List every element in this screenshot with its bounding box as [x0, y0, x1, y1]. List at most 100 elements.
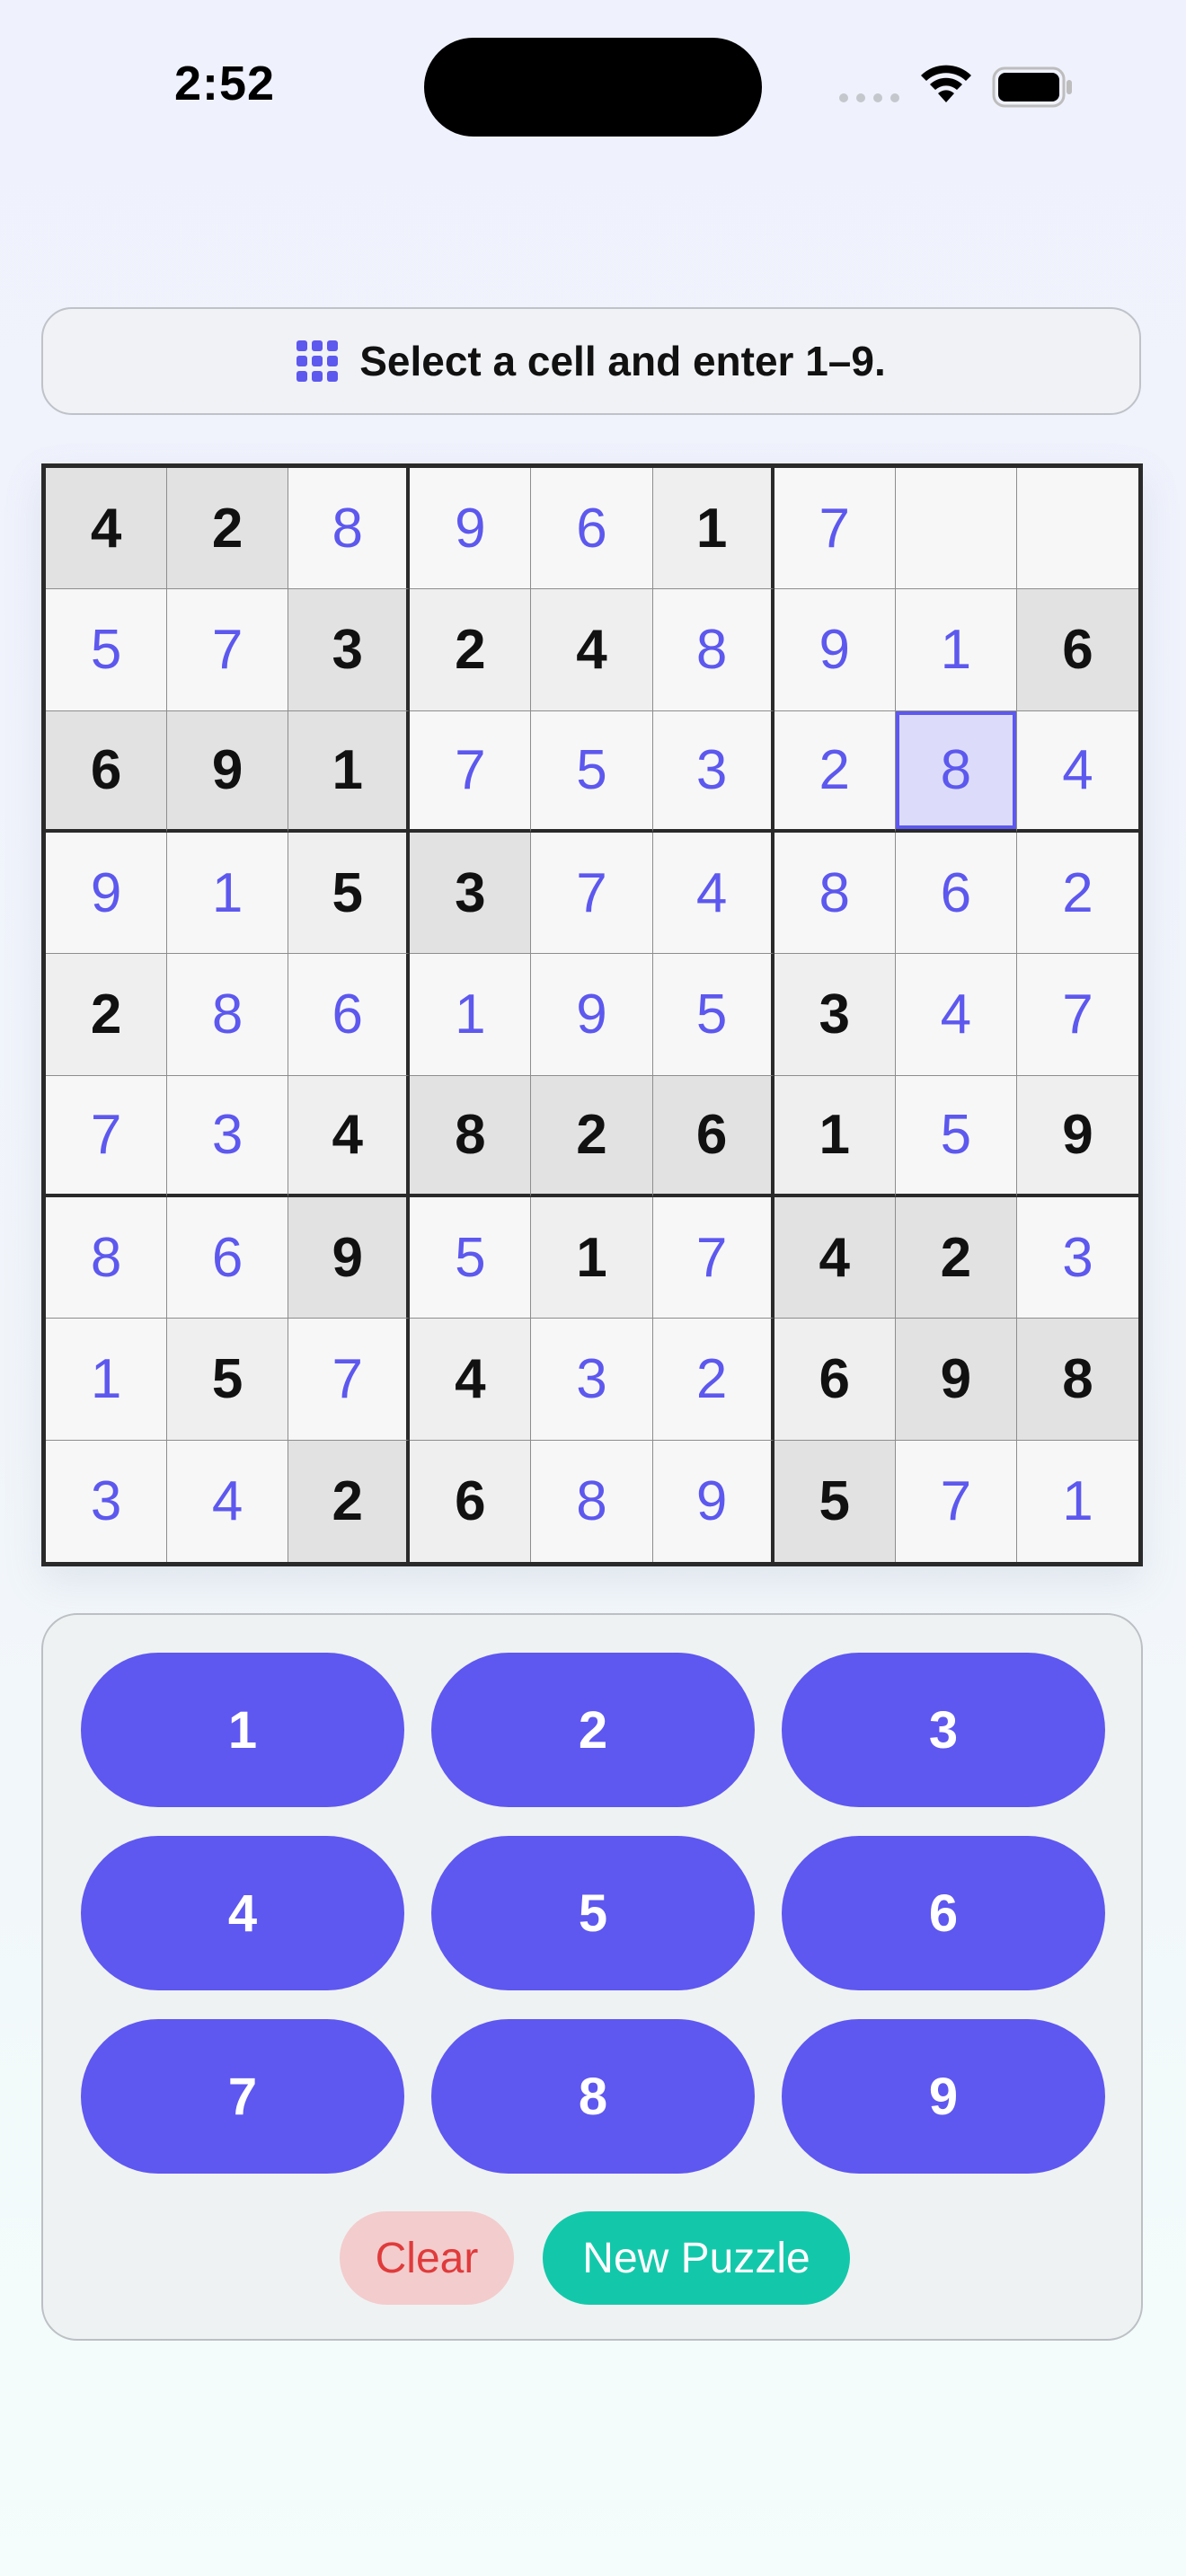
sudoku-cell-r2c6[interactable]: 8 [652, 589, 774, 711]
sudoku-cell-r8c6[interactable]: 2 [652, 1319, 774, 1441]
sudoku-cell-r2c1[interactable]: 5 [46, 589, 168, 711]
key-5[interactable]: 5 [431, 1836, 755, 1990]
sudoku-cell-r7c4[interactable]: 5 [410, 1196, 532, 1319]
key-1[interactable]: 1 [81, 1653, 404, 1807]
key-8[interactable]: 8 [431, 2019, 755, 2174]
sudoku-cell-r3c5[interactable]: 5 [531, 710, 653, 833]
sudoku-cell-r8c5[interactable]: 3 [531, 1319, 653, 1441]
sudoku-cell-r3c1[interactable]: 6 [46, 710, 168, 833]
sudoku-cell-r3c7[interactable]: 2 [774, 710, 896, 833]
new-puzzle-button[interactable]: New Puzzle [543, 2211, 850, 2305]
sudoku-cell-r7c6[interactable]: 7 [652, 1196, 774, 1319]
sudoku-cell-r5c4[interactable]: 1 [410, 954, 532, 1076]
sudoku-cell-r6c2[interactable]: 3 [167, 1075, 289, 1197]
sudoku-cell-r9c9[interactable]: 1 [1016, 1440, 1138, 1562]
clear-button[interactable]: Clear [340, 2211, 514, 2305]
sudoku-cell-r5c7[interactable]: 3 [774, 954, 896, 1076]
sudoku-cell-r3c2[interactable]: 9 [167, 710, 289, 833]
sudoku-cell-r2c3[interactable]: 3 [288, 589, 411, 711]
sudoku-cell-r1c2[interactable]: 2 [167, 468, 289, 590]
dynamic-island [424, 38, 762, 137]
key-7[interactable]: 7 [81, 2019, 404, 2174]
key-2[interactable]: 2 [431, 1653, 755, 1807]
sudoku-cell-r5c2[interactable]: 8 [167, 954, 289, 1076]
number-keypad: 1 2 3 4 5 6 7 8 9 Clear New Puzzle [41, 1613, 1143, 2341]
sudoku-cell-r8c1[interactable]: 1 [46, 1319, 168, 1441]
sudoku-cell-r1c5[interactable]: 6 [531, 468, 653, 590]
sudoku-cell-r9c5[interactable]: 8 [531, 1440, 653, 1562]
sudoku-cell-r7c9[interactable]: 3 [1016, 1196, 1138, 1319]
sudoku-cell-r7c2[interactable]: 6 [167, 1196, 289, 1319]
sudoku-cell-r2c8[interactable]: 1 [895, 589, 1017, 711]
sudoku-cell-r6c3[interactable]: 4 [288, 1075, 411, 1197]
sudoku-cell-r6c6[interactable]: 6 [652, 1075, 774, 1197]
sudoku-cell-r1c3[interactable]: 8 [288, 468, 411, 590]
sudoku-cell-r1c6[interactable]: 1 [652, 468, 774, 590]
instruction-banner: Select a cell and enter 1–9. [41, 307, 1141, 415]
sudoku-cell-r9c6[interactable]: 9 [652, 1440, 774, 1562]
sudoku-cell-r9c8[interactable]: 7 [895, 1440, 1017, 1562]
sudoku-cell-r8c7[interactable]: 6 [774, 1319, 896, 1441]
sudoku-cell-r4c1[interactable]: 9 [46, 832, 168, 955]
key-9[interactable]: 9 [782, 2019, 1105, 2174]
sudoku-cell-r5c6[interactable]: 5 [652, 954, 774, 1076]
sudoku-cell-r9c4[interactable]: 6 [410, 1440, 532, 1562]
sudoku-cell-r4c3[interactable]: 5 [288, 832, 411, 955]
sudoku-cell-r5c3[interactable]: 6 [288, 954, 411, 1076]
sudoku-cell-r6c8[interactable]: 5 [895, 1075, 1017, 1197]
sudoku-cell-r6c5[interactable]: 2 [531, 1075, 653, 1197]
sudoku-cell-r9c7[interactable]: 5 [774, 1440, 896, 1562]
sudoku-board: 4289617573248916691753284915374862286195… [41, 463, 1143, 1566]
cellular-signal-icon [839, 93, 899, 102]
sudoku-cell-r3c6[interactable]: 3 [652, 710, 774, 833]
sudoku-cell-r7c8[interactable]: 2 [895, 1196, 1017, 1319]
sudoku-cell-r8c9[interactable]: 8 [1016, 1319, 1138, 1441]
sudoku-cell-r5c1[interactable]: 2 [46, 954, 168, 1076]
sudoku-cell-r9c1[interactable]: 3 [46, 1440, 168, 1562]
sudoku-cell-r4c2[interactable]: 1 [167, 832, 289, 955]
sudoku-cell-r2c9[interactable]: 6 [1016, 589, 1138, 711]
sudoku-cell-r8c8[interactable]: 9 [895, 1319, 1017, 1441]
sudoku-cell-r3c4[interactable]: 7 [410, 710, 532, 833]
sudoku-cell-r6c7[interactable]: 1 [774, 1075, 896, 1197]
sudoku-cell-r2c4[interactable]: 2 [410, 589, 532, 711]
sudoku-cell-r7c1[interactable]: 8 [46, 1196, 168, 1319]
sudoku-cell-r9c3[interactable]: 2 [288, 1440, 411, 1562]
key-4[interactable]: 4 [81, 1836, 404, 1990]
battery-icon [992, 66, 1072, 108]
sudoku-cell-r7c3[interactable]: 9 [288, 1196, 411, 1319]
sudoku-cell-r7c7[interactable]: 4 [774, 1196, 896, 1319]
sudoku-cell-r8c3[interactable]: 7 [288, 1319, 411, 1441]
instruction-text: Select a cell and enter 1–9. [359, 338, 886, 384]
sudoku-cell-r1c7[interactable]: 7 [774, 468, 896, 590]
sudoku-cell-r4c9[interactable]: 2 [1016, 832, 1138, 955]
sudoku-cell-r5c5[interactable]: 9 [531, 954, 653, 1076]
key-3[interactable]: 3 [782, 1653, 1105, 1807]
sudoku-cell-r6c4[interactable]: 8 [410, 1075, 532, 1197]
sudoku-cell-r5c9[interactable]: 7 [1016, 954, 1138, 1076]
sudoku-cell-r4c4[interactable]: 3 [410, 832, 532, 955]
sudoku-cell-r4c6[interactable]: 4 [652, 832, 774, 955]
sudoku-cell-r4c7[interactable]: 8 [774, 832, 896, 955]
sudoku-cell-r3c8[interactable]: 8 [895, 710, 1017, 833]
sudoku-cell-r3c3[interactable]: 1 [288, 710, 411, 833]
sudoku-cell-r2c5[interactable]: 4 [531, 589, 653, 711]
sudoku-cell-r1c8[interactable] [895, 468, 1017, 590]
sudoku-cell-r1c9[interactable] [1016, 468, 1138, 590]
sudoku-cell-r8c4[interactable]: 4 [410, 1319, 532, 1441]
sudoku-cell-r1c4[interactable]: 9 [410, 468, 532, 590]
sudoku-cell-r6c1[interactable]: 7 [46, 1075, 168, 1197]
sudoku-cell-r3c9[interactable]: 4 [1016, 710, 1138, 833]
key-6[interactable]: 6 [782, 1836, 1105, 1990]
sudoku-cell-r2c2[interactable]: 7 [167, 589, 289, 711]
sudoku-cell-r4c8[interactable]: 6 [895, 832, 1017, 955]
sudoku-cell-r5c8[interactable]: 4 [895, 954, 1017, 1076]
sudoku-cell-r7c5[interactable]: 1 [531, 1196, 653, 1319]
sudoku-cell-r2c7[interactable]: 9 [774, 589, 896, 711]
status-time: 2:52 [174, 57, 276, 110]
sudoku-cell-r9c2[interactable]: 4 [167, 1440, 289, 1562]
sudoku-cell-r4c5[interactable]: 7 [531, 832, 653, 955]
sudoku-cell-r8c2[interactable]: 5 [167, 1319, 289, 1441]
sudoku-cell-r6c9[interactable]: 9 [1016, 1075, 1138, 1197]
sudoku-cell-r1c1[interactable]: 4 [46, 468, 168, 590]
